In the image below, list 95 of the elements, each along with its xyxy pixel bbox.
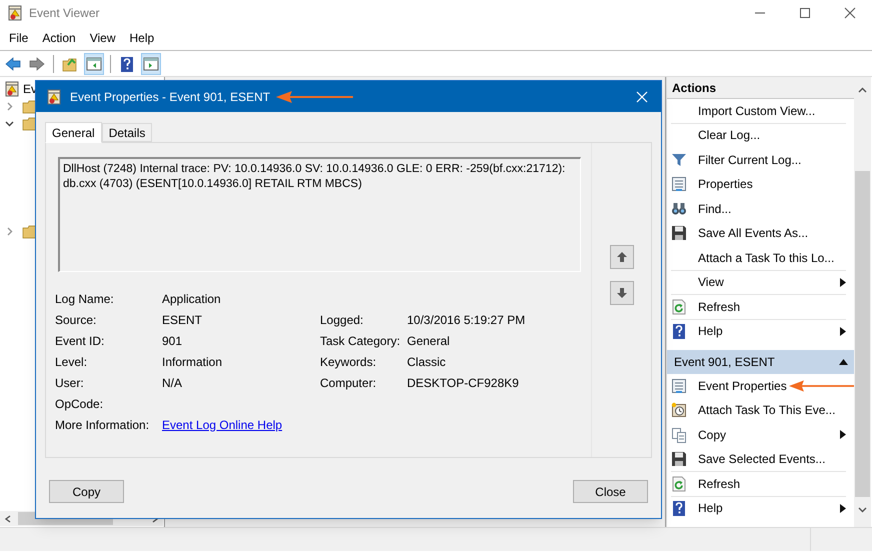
close-icon: [636, 90, 648, 102]
field-value: DESKTOP-CF928K9: [407, 374, 520, 392]
toolbar-button[interactable]: [141, 52, 161, 74]
command-item[interactable]: Import Custom View...: [671, 100, 816, 122]
callout-arrow: [788, 378, 854, 393]
submenu-arrow-icon: [840, 504, 846, 513]
scroll-down-icon[interactable]: [858, 507, 867, 513]
command-item[interactable]: Help: [671, 320, 723, 342]
tab[interactable]: General: [45, 122, 102, 143]
section-header[interactable]: Event 901, ESENT: [667, 350, 854, 374]
scroll-left-icon[interactable]: [4, 514, 12, 522]
scroll-up-icon[interactable]: [858, 87, 867, 93]
submenu-arrow-icon: [840, 326, 846, 336]
field-value: N/A: [162, 374, 184, 392]
app-icon: [46, 88, 62, 104]
submenu-arrow-icon: [840, 278, 846, 287]
command-item[interactable]: Refresh: [671, 472, 740, 495]
pane-icon: [143, 56, 159, 72]
command-item[interactable]: Copy: [671, 424, 726, 446]
up-arrow-icon: [616, 251, 628, 263]
dialog-button[interactable]: Copy: [49, 480, 124, 503]
folder-icon: [22, 116, 38, 132]
field-value: General: [407, 332, 451, 350]
dialog-title: Event Properties - Event 901, ESENT: [70, 88, 270, 106]
window-title: Event Viewer: [29, 5, 100, 22]
command-item[interactable]: Attach a Task To this Lo...: [671, 246, 834, 269]
field-value: 901: [162, 332, 184, 350]
menu-item[interactable]: Help: [122, 28, 162, 48]
pane-icon: [86, 56, 102, 72]
command-item[interactable]: Refresh: [671, 296, 740, 318]
field-label: Log Name:: [55, 290, 115, 308]
binoculars-icon: [671, 200, 687, 217]
field-label: Logged:: [320, 312, 364, 328]
properties-icon: [671, 378, 687, 394]
refresh-icon: [671, 298, 687, 315]
command-item[interactable]: Clear Log...: [671, 124, 760, 146]
field-label: More Information:: [55, 416, 150, 434]
field-label: Level:: [55, 354, 88, 370]
tab[interactable]: Details: [102, 123, 152, 142]
refresh-icon: [671, 476, 687, 492]
command-item[interactable]: Save All Events As...: [671, 222, 808, 244]
field-label: Task Category:: [320, 332, 402, 350]
back-arrow-icon: [5, 56, 21, 72]
next-button[interactable]: [610, 281, 634, 305]
down-arrow-icon: [616, 287, 628, 299]
forward-arrow-icon: [29, 56, 45, 72]
field-label: Computer:: [320, 374, 378, 392]
help-icon: [671, 500, 687, 516]
folder-icon: [62, 56, 78, 72]
command-item[interactable]: Help: [671, 497, 723, 520]
expand-chevron-icon[interactable]: [5, 227, 14, 236]
field-label: Keywords:: [320, 354, 378, 370]
command-item[interactable]: Save Selected Events...: [671, 448, 826, 470]
help-icon: [671, 323, 687, 340]
task-clock-icon: [671, 402, 687, 418]
log-icon: [4, 81, 20, 97]
maximize-icon: [798, 7, 810, 19]
vertical-scrollbar[interactable]: [854, 77, 871, 527]
dialog-button[interactable]: Close: [573, 480, 648, 503]
menu-item[interactable]: Action: [35, 28, 83, 48]
expand-chevron-icon[interactable]: [5, 102, 14, 111]
pane-header: Actions: [667, 77, 854, 99]
event-description: DllHost (7248) Internal trace: PV: 10.0.14936.0 SV: 10.0.14936.0 GLE: 0 ERR: -259(bf.cxx:21712): db.cxx (4703) (ESENT[10.0.14936.0] RETAIL RTM MBCS): [58, 157, 581, 272]
command-item[interactable]: View: [671, 271, 724, 294]
copy-icon: [671, 426, 687, 443]
submenu-arrow-icon: [840, 430, 846, 440]
command-item[interactable]: Find...: [671, 198, 732, 220]
filter-icon: [671, 152, 687, 168]
menu-item[interactable]: View: [82, 28, 122, 48]
field-label: Event ID:: [55, 332, 106, 350]
folder-icon: [22, 224, 38, 240]
command-item[interactable]: Filter Current Log...: [671, 148, 802, 171]
field-value: Application: [162, 290, 222, 308]
help-link[interactable]: Event Log Online Help: [162, 416, 591, 434]
help-icon: [119, 56, 135, 72]
close-icon: [844, 7, 856, 19]
scrollbar-thumb[interactable]: [855, 171, 870, 497]
field-label: Source:: [55, 312, 98, 328]
command-item[interactable]: Event Properties: [671, 374, 787, 397]
field-value: Information: [162, 354, 224, 370]
field-label: User:: [55, 374, 85, 392]
menu-item[interactable]: File: [2, 28, 36, 48]
field-value: Classic: [407, 354, 447, 370]
field-value: ESENT: [162, 312, 204, 328]
toolbar-button[interactable]: [84, 52, 104, 74]
field-value: 10/3/2016 5:19:27 PM: [407, 312, 526, 328]
properties-icon: [671, 176, 687, 192]
field-label: OpCode:: [55, 396, 104, 412]
folder-icon: [22, 98, 38, 114]
command-item[interactable]: Attach Task To This Eve...: [671, 399, 836, 422]
app-icon: [7, 5, 23, 21]
previous-button[interactable]: [610, 245, 634, 269]
collapse-arrow-icon[interactable]: [839, 359, 848, 365]
command-item[interactable]: Properties: [671, 173, 753, 196]
collapse-chevron-icon[interactable]: [5, 119, 14, 128]
